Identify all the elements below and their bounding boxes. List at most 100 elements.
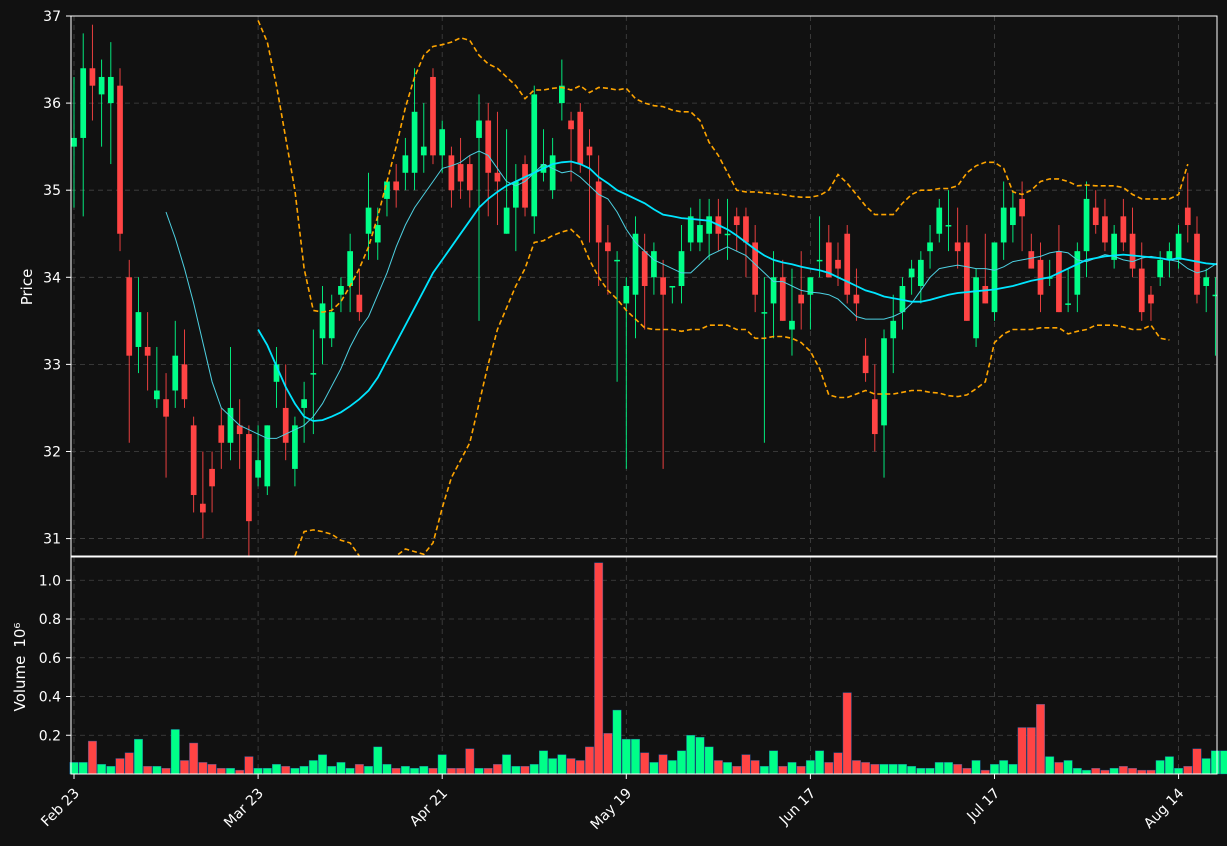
volume-bar bbox=[1072, 767, 1082, 775]
volume-bar bbox=[612, 709, 622, 775]
candle-body bbox=[172, 355, 179, 391]
volume-bar bbox=[299, 766, 309, 775]
candle-body bbox=[862, 355, 869, 374]
candle-body bbox=[1000, 207, 1007, 243]
volume-bar bbox=[152, 766, 162, 775]
candle-body bbox=[1065, 303, 1071, 305]
candle-body bbox=[522, 164, 528, 208]
candle-body bbox=[1148, 294, 1154, 304]
volume-bar bbox=[631, 738, 640, 775]
candle-body bbox=[494, 172, 501, 182]
volume-bar bbox=[354, 764, 364, 775]
candle-body bbox=[651, 251, 657, 278]
x-tick-label: Apr 21 bbox=[407, 786, 451, 830]
volume-bar bbox=[502, 754, 512, 775]
volume-bar bbox=[428, 767, 438, 775]
volume-bar bbox=[667, 760, 677, 775]
candle-body bbox=[402, 155, 409, 173]
candle-body bbox=[844, 233, 851, 295]
price-tick-label: 31 bbox=[43, 532, 61, 548]
candle-body bbox=[641, 251, 648, 286]
volume-bar bbox=[170, 729, 180, 775]
volume-bar bbox=[990, 764, 999, 775]
volume-bar bbox=[364, 766, 373, 775]
volume-bar bbox=[566, 758, 576, 775]
volume-bar bbox=[281, 766, 291, 775]
volume-bar bbox=[1045, 756, 1055, 775]
x-axis: Feb 23 Mar 23 Apr 21 May 19 Jun 17 Jul 17 Aug … bbox=[38, 774, 1187, 833]
candle-body bbox=[1056, 251, 1062, 313]
volume-axis-label-text: Volume bbox=[11, 656, 29, 712]
candle-body bbox=[706, 216, 712, 234]
candle-body bbox=[485, 120, 492, 173]
candle-body bbox=[678, 251, 685, 286]
volume-bar bbox=[603, 733, 613, 775]
candle-body bbox=[246, 434, 252, 522]
volume-bar bbox=[907, 766, 917, 775]
candle-body bbox=[991, 242, 998, 313]
volume-bar bbox=[888, 764, 898, 775]
volume-bar bbox=[1008, 764, 1018, 775]
price-tick-label: 37 bbox=[43, 9, 61, 25]
candle-body bbox=[301, 399, 307, 408]
volume-tick-label: 0.4 bbox=[39, 690, 61, 706]
volume-bar bbox=[870, 764, 880, 775]
candle-body bbox=[457, 164, 464, 182]
candle-body bbox=[733, 216, 740, 226]
candle-body bbox=[816, 259, 823, 262]
candle-body bbox=[660, 277, 666, 295]
volume-bar bbox=[934, 762, 944, 775]
candle-body bbox=[218, 425, 225, 443]
candle-body bbox=[954, 242, 961, 252]
candle-body bbox=[595, 181, 602, 243]
volume-bar bbox=[318, 754, 327, 775]
volume-bar bbox=[106, 766, 116, 775]
candle-body bbox=[697, 225, 703, 243]
volume-bar bbox=[557, 754, 567, 775]
candle-body bbox=[1092, 207, 1099, 226]
volume-tick-label: 1.0 bbox=[39, 573, 61, 589]
price-tick-label: 33 bbox=[43, 357, 61, 373]
x-tick-label: Mar 23 bbox=[221, 786, 267, 832]
volume-bar bbox=[658, 754, 668, 775]
volume-bar bbox=[916, 767, 926, 775]
candle-body bbox=[347, 251, 353, 286]
volume-bar bbox=[345, 767, 355, 775]
volume-bar bbox=[704, 746, 714, 775]
candle-body bbox=[439, 129, 446, 156]
volume-bar bbox=[483, 767, 493, 775]
volume-bar bbox=[732, 766, 742, 775]
volume-bar bbox=[216, 767, 226, 775]
volume-bar bbox=[621, 738, 631, 775]
volume-bar bbox=[713, 760, 723, 775]
volume-bar bbox=[115, 758, 125, 775]
volume-bar bbox=[980, 769, 990, 775]
candle-body bbox=[411, 111, 418, 173]
volume-bar bbox=[226, 767, 235, 775]
candle-body bbox=[282, 407, 289, 443]
candle-body bbox=[503, 207, 510, 234]
volume-bar bbox=[539, 750, 548, 775]
x-tick-label: May 19 bbox=[588, 786, 636, 834]
volume-bar bbox=[290, 767, 300, 775]
volume-bar bbox=[520, 766, 530, 775]
price-axis-label: Price bbox=[18, 269, 36, 306]
candle-body bbox=[973, 277, 979, 339]
candle-body bbox=[1194, 233, 1200, 295]
candle-body bbox=[466, 164, 473, 191]
x-tick-label: Jun 17 bbox=[776, 786, 819, 829]
volume-bar bbox=[1192, 748, 1202, 775]
candle-body bbox=[1203, 277, 1210, 286]
volume-bar bbox=[1118, 766, 1128, 775]
candle-body bbox=[80, 68, 87, 138]
candle-body bbox=[982, 286, 989, 304]
price-tick-label: 34 bbox=[43, 270, 61, 286]
candle-body bbox=[190, 425, 197, 496]
volume-bar bbox=[419, 766, 429, 775]
volume-bar bbox=[796, 766, 806, 775]
volume-bar bbox=[382, 764, 392, 775]
volume-bar bbox=[1137, 769, 1147, 775]
volume-bar bbox=[851, 760, 861, 775]
volume-bar bbox=[529, 764, 539, 775]
candle-body bbox=[779, 277, 786, 321]
